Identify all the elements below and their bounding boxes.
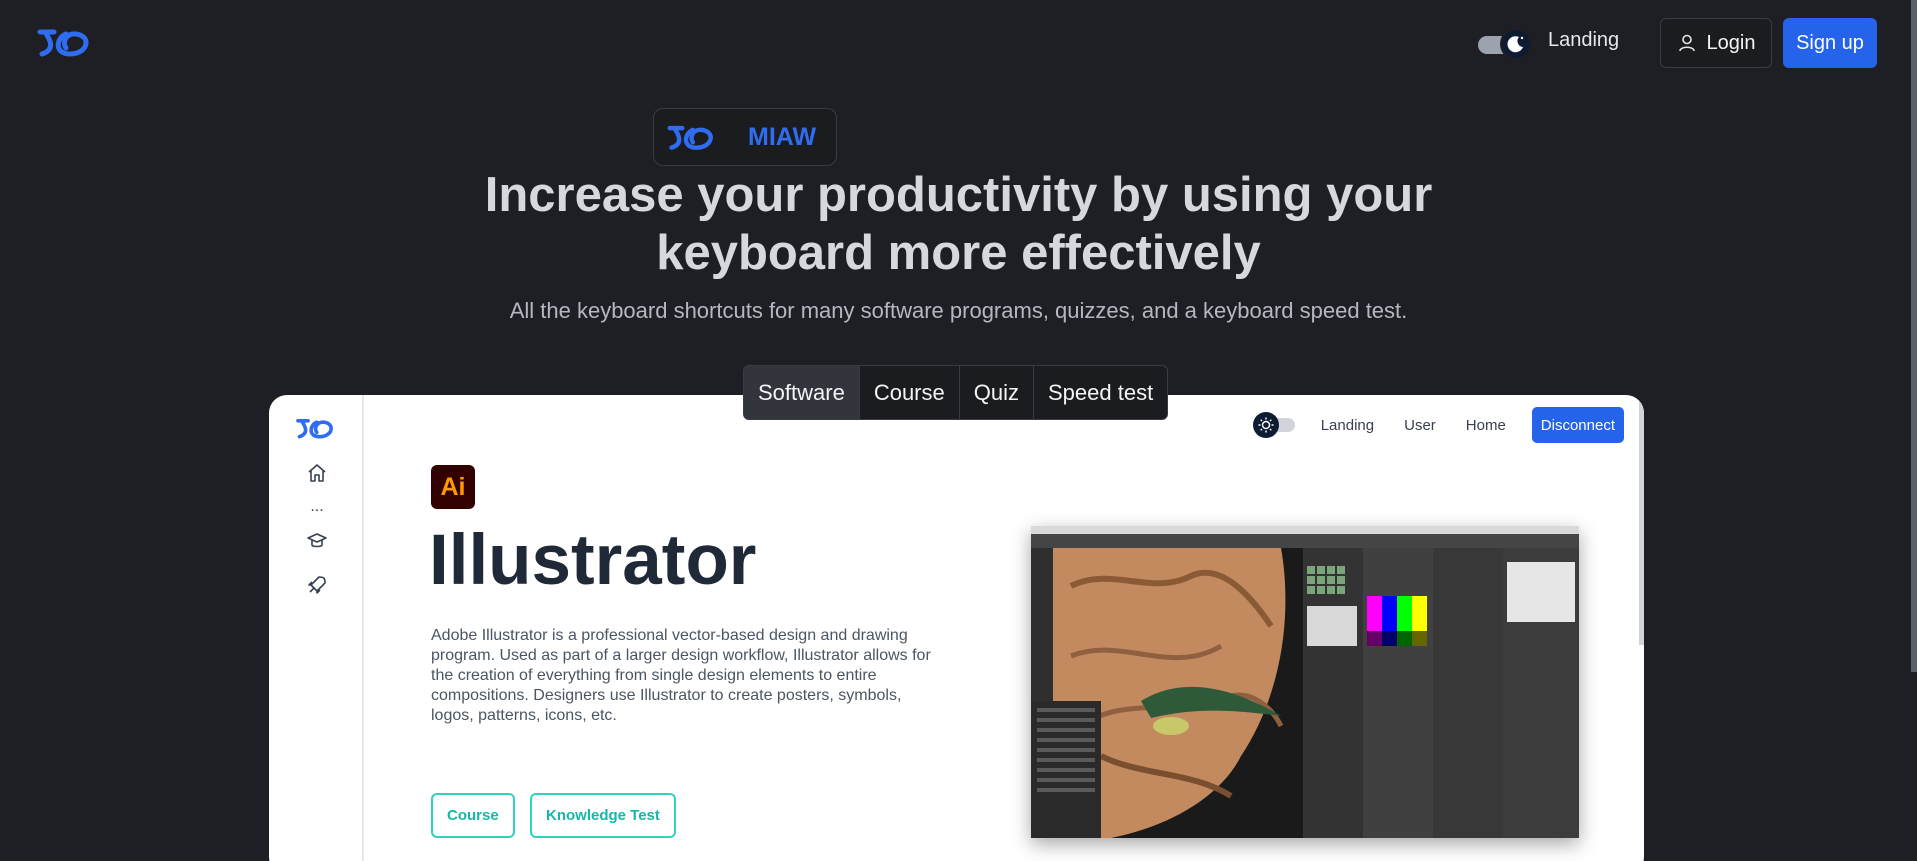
page-scrollbar[interactable] <box>1911 0 1917 672</box>
hero-title: Increase your productivity by using your… <box>0 166 1917 282</box>
tab-software[interactable]: Software <box>744 366 860 419</box>
moon-icon <box>1500 28 1532 60</box>
signup-button[interactable]: Sign up <box>1783 18 1877 68</box>
tab-speed-test[interactable]: Speed test <box>1034 366 1167 419</box>
app-title: Illustrator <box>429 521 757 600</box>
rocket-icon[interactable] <box>305 573 329 597</box>
illustrator-logo-icon: Ai <box>431 465 475 509</box>
badge-text: MIAW <box>748 122 817 151</box>
home-icon[interactable] <box>305 461 329 485</box>
login-button[interactable]: Login <box>1660 18 1772 68</box>
feature-tabs: Software Course Quiz Speed test <box>743 365 1169 420</box>
disconnect-button[interactable]: Disconnect <box>1531 407 1624 443</box>
graduation-cap-icon[interactable] <box>305 529 329 553</box>
preview-theme-toggle[interactable] <box>1252 411 1297 439</box>
preview-scrollbar[interactable] <box>1639 395 1644 645</box>
app-description: Adobe Illustrator is a professional vect… <box>431 627 931 724</box>
course-button[interactable]: Course <box>431 793 515 838</box>
preview-logo-icon[interactable] <box>295 415 337 441</box>
tab-quiz[interactable]: Quiz <box>960 366 1034 419</box>
login-label: Login <box>1706 31 1756 54</box>
theme-toggle[interactable] <box>1478 28 1534 60</box>
knowledge-test-button[interactable]: Knowledge Test <box>530 793 676 838</box>
user-icon <box>1678 34 1695 52</box>
top-navbar: Landing Login Sign up <box>0 18 1917 68</box>
brand-logo-icon[interactable] <box>36 24 94 60</box>
preview-navbar: Landing User Home Disconnect <box>1252 407 1624 443</box>
hero-title-line1: Increase your productivity by using your <box>484 168 1433 222</box>
hero-subtitle: All the keyboard shortcuts for many soft… <box>509 298 1408 323</box>
preview-nav-user[interactable]: User <box>1404 417 1436 434</box>
hero-title-line2: keyboard more effectively <box>656 226 1261 280</box>
app-preview-card: ... Landing User Home Disconnect Ai Illu… <box>269 395 1644 861</box>
sun-icon <box>1252 412 1279 438</box>
tab-course[interactable]: Course <box>860 366 960 419</box>
preview-sidebar: ... <box>269 395 364 861</box>
nav-landing-link[interactable]: Landing <box>1548 29 1619 52</box>
miaw-badge: MIAW <box>653 108 837 166</box>
badge-logo-icon <box>667 125 713 150</box>
preview-nav-home[interactable]: Home <box>1466 417 1506 434</box>
more-icon[interactable]: ... <box>305 495 329 519</box>
preview-nav-landing[interactable]: Landing <box>1321 417 1374 434</box>
illustrator-screenshot-image <box>1031 526 1579 838</box>
